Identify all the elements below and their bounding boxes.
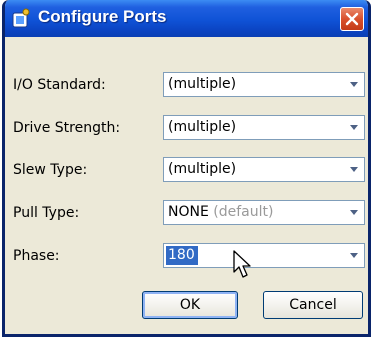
io-standard-label: I/O Standard: — [13, 77, 106, 93]
mouse-cursor-icon — [233, 250, 253, 284]
chevron-down-icon[interactable] — [346, 203, 362, 222]
drive-strength-label: Drive Strength: — [13, 120, 121, 136]
phase-label: Phase: — [13, 248, 60, 264]
default-hint: (default) — [208, 204, 274, 220]
pull-type-option: NONE — [168, 204, 209, 220]
phase-input[interactable]: 180 — [168, 247, 195, 263]
slew-type-select[interactable]: (multiple) — [163, 157, 365, 182]
close-button[interactable] — [340, 7, 364, 31]
io-standard-select[interactable]: (multiple) — [163, 72, 365, 97]
title-bar[interactable]: Configure Ports — [5, 0, 368, 37]
chevron-down-icon[interactable] — [346, 246, 362, 265]
configure-ports-dialog: Configure Ports I/O Standard: (multiple)… — [2, 0, 371, 337]
close-icon — [345, 12, 359, 26]
drive-strength-value: (multiple) — [168, 119, 237, 135]
cancel-button[interactable]: Cancel — [263, 291, 363, 319]
phase-combo[interactable]: 180 — [163, 243, 365, 268]
dialog-title: Configure Ports — [38, 7, 167, 26]
pull-type-label: Pull Type: — [13, 205, 80, 221]
slew-type-value: (multiple) — [168, 161, 237, 177]
port-config-icon — [12, 8, 31, 28]
chevron-down-icon[interactable] — [346, 118, 362, 137]
pull-type-select[interactable]: NONE (default) — [163, 200, 365, 225]
io-standard-value: (multiple) — [168, 76, 237, 92]
chevron-down-icon[interactable] — [346, 160, 362, 179]
drive-strength-select[interactable]: (multiple) — [163, 115, 365, 140]
pull-type-value: NONE (default) — [168, 204, 273, 220]
slew-type-label: Slew Type: — [13, 162, 88, 178]
ok-button[interactable]: OK — [142, 291, 238, 319]
chevron-down-icon[interactable] — [346, 75, 362, 94]
